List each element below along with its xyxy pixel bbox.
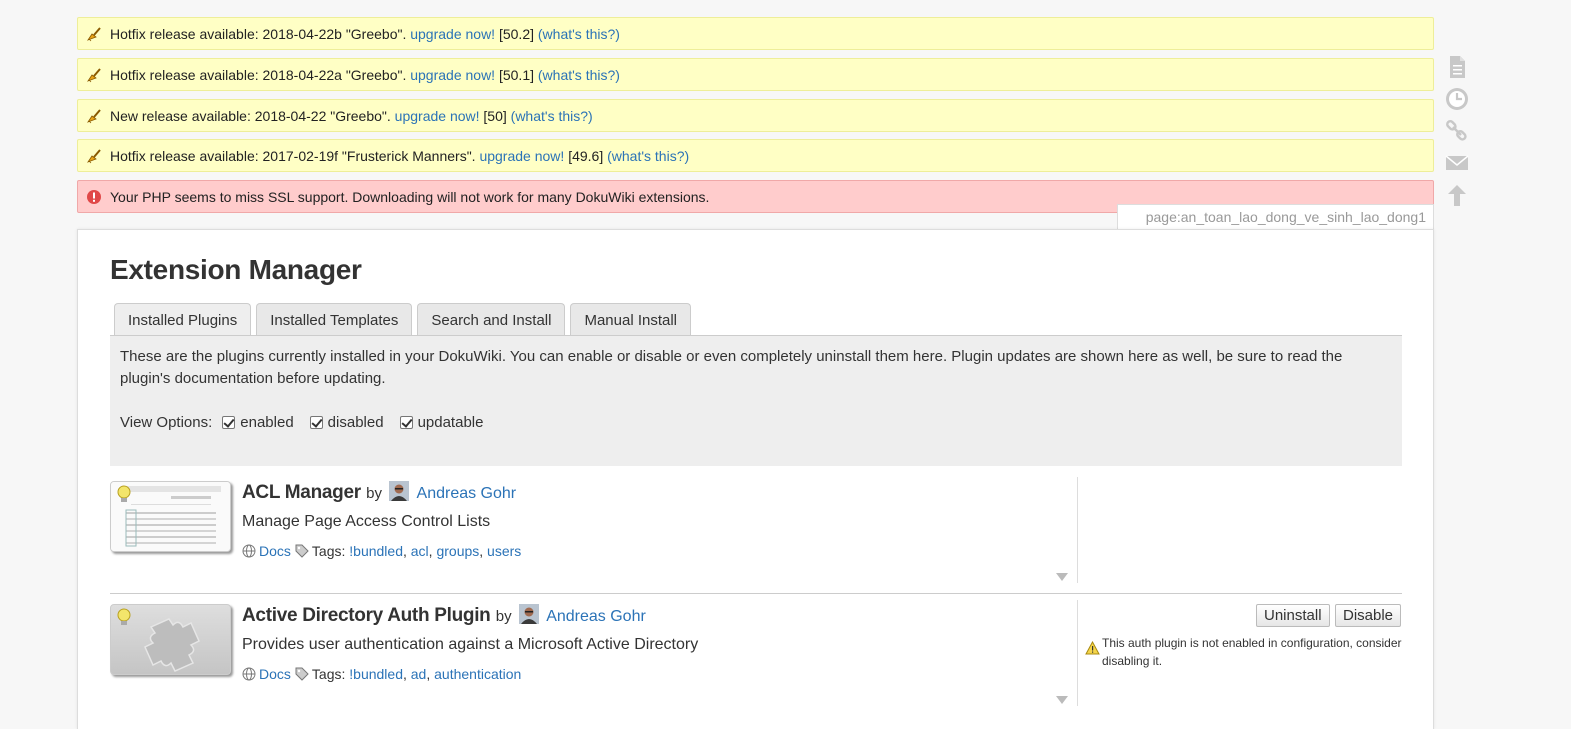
broom-icon <box>86 148 101 163</box>
notice-text: Hotfix release available: 2017-02-19f "F… <box>110 147 476 164</box>
author-link[interactable]: Andreas Gohr <box>417 485 517 502</box>
column-separator <box>1077 477 1078 583</box>
tab-manual-install[interactable]: Manual Install <box>570 303 692 336</box>
extension-screenshot[interactable] <box>110 481 231 552</box>
error-text: Your PHP seems to miss SSL support. Down… <box>110 188 710 205</box>
update-notice-4: Hotfix release available: 2017-02-19f "F… <box>77 139 1434 172</box>
error-icon <box>87 189 101 204</box>
extension-meta: Docs Tags: !bundled, ad, authentication <box>242 666 521 682</box>
backlinks-icon[interactable] <box>1444 118 1470 144</box>
tag-link[interactable]: users <box>487 543 521 559</box>
version-label: [50.1] <box>498 66 534 83</box>
tag-link[interactable]: groups <box>436 543 479 559</box>
row-divider <box>110 593 1402 594</box>
notice-text: New release available: 2018-04-22 "Greeb… <box>110 107 391 124</box>
whats-this-link[interactable]: (what's this?) <box>538 67 620 83</box>
back-to-top-icon[interactable] <box>1444 182 1470 208</box>
tags-label: Tags: <box>311 543 346 559</box>
column-separator <box>1077 600 1078 706</box>
upgrade-now-link[interactable]: upgrade now! <box>479 148 564 164</box>
lightbulb-icon <box>117 485 131 502</box>
tab-installed-plugins[interactable]: Installed Plugins <box>114 303 252 336</box>
update-notice-2: Hotfix release available: 2018-04-22a "G… <box>77 58 1434 91</box>
version-label: [49.6] <box>568 147 604 164</box>
notice-text: This auth plugin is not enabled in confi… <box>1102 636 1402 668</box>
globe-icon <box>242 544 256 558</box>
disable-button[interactable]: Disable <box>1335 604 1402 627</box>
page-tools <box>1444 54 1470 214</box>
whats-this-link[interactable]: (what's this?) <box>538 26 620 42</box>
enabled-checkbox[interactable]: enabled <box>222 414 294 431</box>
author-avatar <box>518 604 539 624</box>
subscribe-icon[interactable] <box>1444 150 1470 176</box>
by-label: by <box>495 608 512 625</box>
content-area: Extension Manager Installed Plugins Inst… <box>77 229 1434 729</box>
panel-description: These are the plugins currently installe… <box>120 348 1343 387</box>
extension-tabs: Installed Plugins Installed Templates Se… <box>114 303 696 336</box>
upgrade-now-link[interactable]: upgrade now! <box>395 108 480 124</box>
update-notice-3: New release available: 2018-04-22 "Greeb… <box>77 99 1434 132</box>
tag-link[interactable]: acl <box>411 543 429 559</box>
tag-link[interactable]: !bundled <box>349 543 403 559</box>
page-title: Extension Manager <box>110 254 362 285</box>
extension-description: Manage Page Access Control Lists <box>242 513 491 530</box>
tags-label: Tags: <box>311 666 346 682</box>
notice-text: Hotfix release available: 2018-04-22a "G… <box>110 66 407 83</box>
page-id: page:an_toan_lao_dong_ve_sinh_lao_dong1 <box>1117 204 1434 229</box>
show-page-icon[interactable] <box>1444 54 1470 80</box>
updatable-checkbox[interactable]: updatable <box>399 414 483 431</box>
by-label: by <box>366 485 382 502</box>
chevron-down-icon[interactable] <box>1056 573 1068 581</box>
extension-name[interactable]: Active Directory Auth Plugin <box>242 605 491 626</box>
warning-icon <box>1085 641 1100 655</box>
checkbox-checked-icon[interactable] <box>399 416 413 429</box>
view-options-label: View Options: <box>120 414 213 431</box>
tag-icon <box>295 544 309 558</box>
whats-this-link[interactable]: (what's this?) <box>511 108 593 124</box>
notice-text: Hotfix release available: 2018-04-22b "G… <box>110 25 407 42</box>
extension-title: ACL Manager by Andreas Gohr <box>242 481 516 504</box>
lightbulb-icon <box>117 608 131 625</box>
tag-link[interactable]: !bundled <box>349 666 403 682</box>
extension-title: Active Directory Auth Plugin by Andreas … <box>242 604 646 627</box>
tag-link[interactable]: authentication <box>434 666 521 682</box>
checkbox-checked-icon[interactable] <box>309 416 323 429</box>
auth-plugin-notice: This auth plugin is not enabled in confi… <box>1085 634 1405 670</box>
docs-link[interactable]: Docs <box>259 666 291 682</box>
tag-icon <box>295 667 309 681</box>
version-label: [50] <box>483 107 507 124</box>
extension-name[interactable]: ACL Manager <box>242 482 361 503</box>
update-notice-1: Hotfix release available: 2018-04-22b "G… <box>77 17 1434 50</box>
extension-description: Provides user authentication against a M… <box>242 636 699 653</box>
broom-icon <box>86 108 101 123</box>
upgrade-now-link[interactable]: upgrade now! <box>410 67 495 83</box>
broom-icon <box>86 67 101 82</box>
broom-icon <box>86 26 101 41</box>
whats-this-link[interactable]: (what's this?) <box>607 148 689 164</box>
globe-icon <box>242 667 256 681</box>
tag-link[interactable]: ad <box>411 666 427 682</box>
checkbox-checked-icon[interactable] <box>222 416 236 429</box>
extension-screenshot[interactable] <box>110 604 231 675</box>
tab-installed-templates[interactable]: Installed Templates <box>256 303 413 336</box>
plugins-panel: These are the plugins currently installe… <box>110 336 1402 466</box>
disabled-checkbox[interactable]: disabled <box>309 414 384 431</box>
old-revisions-icon[interactable] <box>1444 86 1470 112</box>
uninstall-button[interactable]: Uninstall <box>1256 604 1330 627</box>
tab-search-and-install[interactable]: Search and Install <box>417 303 566 336</box>
extension-meta: Docs Tags: !bundled, acl, groups, users <box>242 543 521 559</box>
author-link[interactable]: Andreas Gohr <box>546 608 646 625</box>
version-label: [50.2] <box>498 25 534 42</box>
upgrade-now-link[interactable]: upgrade now! <box>410 26 495 42</box>
docs-link[interactable]: Docs <box>259 543 291 559</box>
view-options: View Options: enabled disabled updatable <box>120 414 499 431</box>
author-avatar <box>389 481 410 501</box>
